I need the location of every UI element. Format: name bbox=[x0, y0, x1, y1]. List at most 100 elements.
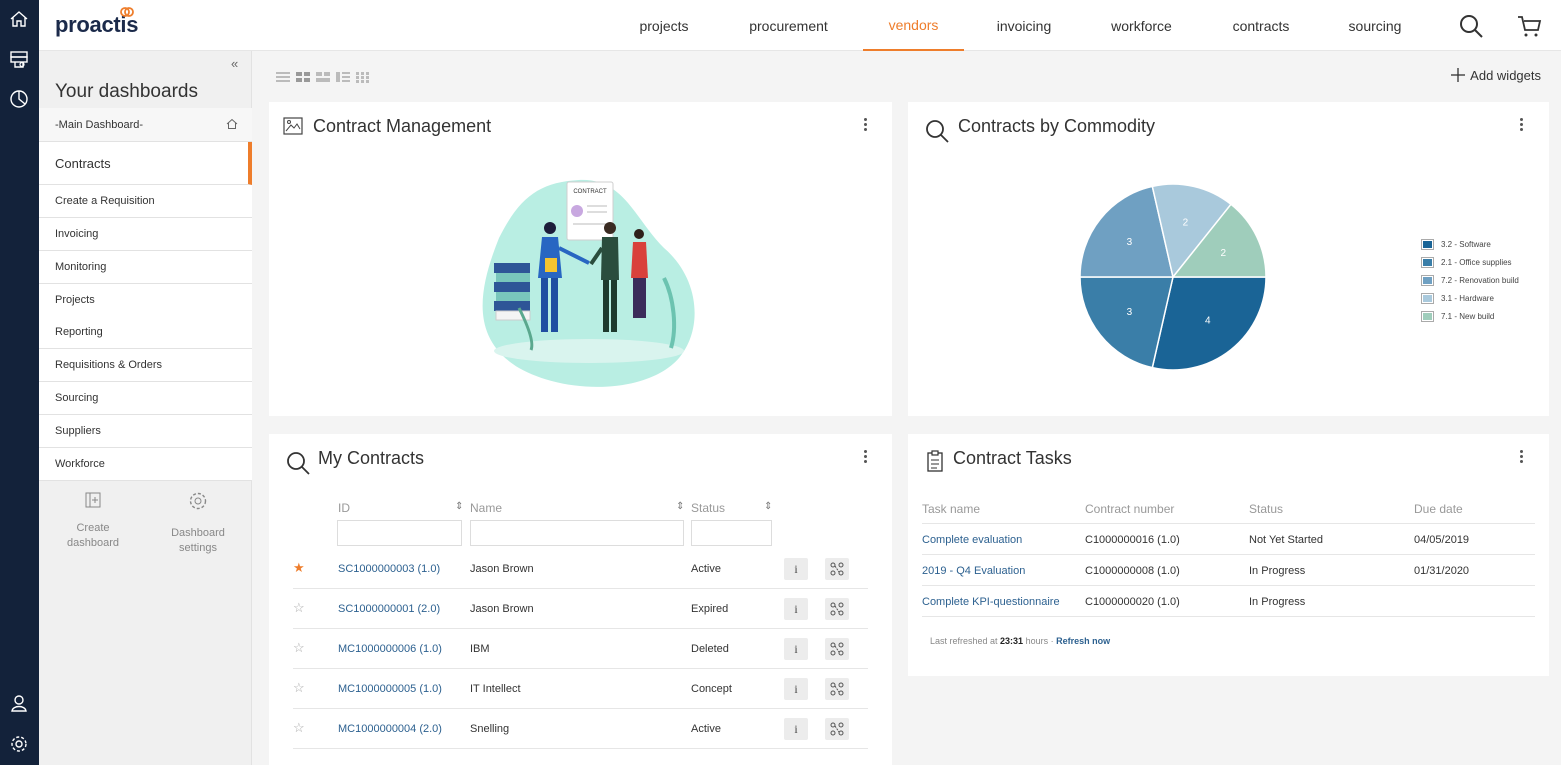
legend-item[interactable]: 7.2 - Renovation build bbox=[1421, 271, 1519, 289]
image-icon bbox=[283, 117, 303, 135]
contract-id-link[interactable]: MC1000000004 (2.0) bbox=[338, 723, 442, 735]
cart-icon[interactable] bbox=[1515, 12, 1543, 40]
column-header-id[interactable]: ID bbox=[338, 501, 350, 515]
workflow-button[interactable] bbox=[825, 678, 849, 700]
contract-id-link[interactable]: SC1000000003 (1.0) bbox=[338, 563, 440, 575]
task-name-link[interactable]: Complete evaluation bbox=[922, 534, 1022, 546]
create-dashboard-button[interactable]: Create dashboard bbox=[63, 491, 123, 551]
dashboard-settings-button[interactable]: Dashboard settings bbox=[164, 491, 232, 556]
legend-item[interactable]: 3.2 - Software bbox=[1421, 235, 1519, 253]
workflow-button[interactable] bbox=[825, 558, 849, 580]
nav-invoicing[interactable]: invoicing bbox=[979, 0, 1069, 51]
info-button[interactable]: i bbox=[784, 678, 808, 700]
legend-label: 7.2 - Renovation build bbox=[1441, 275, 1519, 285]
contract-tasks-widget: Contract Tasks Task name Contract number… bbox=[908, 434, 1549, 676]
legend-swatch bbox=[1421, 310, 1434, 322]
info-button[interactable]: i bbox=[784, 598, 808, 620]
chart-legend: 3.2 - Software 2.1 - Office supplies 7.2 -… bbox=[1421, 235, 1519, 325]
workflow-button[interactable] bbox=[825, 718, 849, 740]
sidebar-item-monitoring[interactable]: Monitoring bbox=[39, 251, 252, 284]
column-header-name[interactable]: Name bbox=[470, 501, 502, 515]
nav-workforce[interactable]: workforce bbox=[1094, 0, 1189, 51]
refresh-now-link[interactable]: Refresh now bbox=[1056, 636, 1110, 646]
info-button[interactable]: i bbox=[784, 718, 808, 740]
info-button[interactable]: i bbox=[784, 558, 808, 580]
task-name-link[interactable]: 2019 - Q4 Evaluation bbox=[922, 565, 1025, 577]
info-button[interactable]: i bbox=[784, 638, 808, 660]
search-icon[interactable] bbox=[1457, 12, 1485, 40]
widget-menu-icon[interactable] bbox=[864, 118, 868, 134]
nav-sourcing[interactable]: sourcing bbox=[1329, 0, 1421, 51]
chart-icon[interactable] bbox=[8, 88, 30, 110]
name-filter-input[interactable] bbox=[470, 520, 684, 546]
contract-status: Expired bbox=[691, 603, 729, 615]
favorite-star-icon[interactable]: ★ bbox=[293, 560, 305, 576]
workflow-button[interactable] bbox=[825, 598, 849, 620]
column-header-status[interactable]: Status bbox=[691, 501, 725, 515]
sidebar-item-invoicing[interactable]: Invoicing bbox=[39, 218, 252, 251]
layout-2col-icon[interactable] bbox=[296, 71, 310, 83]
sidebar-item-projects[interactable]: Projects bbox=[39, 284, 252, 317]
contract-name: IBM bbox=[470, 643, 490, 655]
table-row[interactable]: ☆ MC1000000004 (2.0) Snelling Active i bbox=[293, 709, 868, 749]
settings-icon[interactable] bbox=[8, 733, 30, 755]
contract-number: C1000000016 (1.0) bbox=[1085, 534, 1180, 546]
favorite-star-icon[interactable]: ☆ bbox=[293, 680, 305, 696]
nav-procurement[interactable]: procurement bbox=[732, 0, 845, 51]
contract-document-label: CONTRACT bbox=[573, 189, 607, 195]
favorite-star-icon[interactable]: ☆ bbox=[293, 720, 305, 736]
widget-menu-icon[interactable] bbox=[864, 450, 868, 466]
sort-icon[interactable]: ⇕ bbox=[764, 501, 772, 512]
table-row[interactable]: ☆ SC1000000001 (2.0) Jason Brown Expired i bbox=[293, 589, 868, 629]
home-icon[interactable] bbox=[226, 118, 238, 130]
layout-list-icon[interactable] bbox=[276, 71, 290, 83]
contract-id-link[interactable]: MC1000000006 (1.0) bbox=[338, 643, 442, 655]
home-icon[interactable] bbox=[8, 8, 30, 30]
table-row[interactable]: ★ SC1000000003 (1.0) Jason Brown Active i bbox=[293, 549, 868, 589]
sort-icon[interactable]: ⇕ bbox=[676, 501, 684, 512]
sidebar-item-suppliers[interactable]: Suppliers bbox=[39, 415, 252, 448]
column-header-contract-number: Contract number bbox=[1085, 502, 1175, 516]
table-row: 2019 - Q4 Evaluation C1000000008 (1.0) In … bbox=[922, 555, 1535, 586]
sidebar-item-create-requisition[interactable]: Create a Requisition bbox=[39, 185, 252, 218]
layout-grid-icon[interactable] bbox=[356, 71, 370, 83]
nav-projects[interactable]: projects bbox=[624, 0, 704, 51]
sort-icon[interactable]: ⇕ bbox=[455, 501, 463, 512]
contract-illustration: CONTRACT bbox=[482, 179, 695, 387]
favorite-star-icon[interactable]: ☆ bbox=[293, 600, 305, 616]
table-row: Complete KPI-questionnaire C1000000020 (1… bbox=[922, 586, 1535, 617]
column-header-task-name: Task name bbox=[922, 502, 981, 516]
id-filter-input[interactable] bbox=[337, 520, 462, 546]
pie-slice-label: 3 bbox=[1127, 307, 1133, 318]
workflow-button[interactable] bbox=[825, 638, 849, 660]
inbox-icon[interactable] bbox=[8, 48, 30, 70]
sidebar-item-contracts[interactable]: Contracts bbox=[39, 142, 252, 185]
sidebar-item-reporting[interactable]: Reporting bbox=[39, 316, 252, 349]
table-row[interactable]: ☆ MC1000000006 (1.0) IBM Deleted i bbox=[293, 629, 868, 669]
contract-id-link[interactable]: SC1000000001 (2.0) bbox=[338, 603, 440, 615]
legend-item[interactable]: 3.1 - Hardware bbox=[1421, 289, 1519, 307]
pie-slice-label: 4 bbox=[1205, 316, 1211, 327]
user-icon[interactable] bbox=[8, 692, 30, 714]
layout-mixed-icon[interactable] bbox=[316, 71, 330, 83]
refresh-suffix: hours · bbox=[1023, 636, 1057, 646]
main-dashboard-item[interactable]: -Main Dashboard- bbox=[39, 108, 252, 142]
widget-menu-icon[interactable] bbox=[1520, 118, 1524, 134]
legend-item[interactable]: 2.1 - Office supplies bbox=[1421, 253, 1519, 271]
nav-contracts[interactable]: contracts bbox=[1214, 0, 1308, 51]
collapse-sidebar-button[interactable]: « bbox=[231, 56, 238, 71]
layout-sidebar-icon[interactable] bbox=[336, 71, 350, 83]
add-widgets-button[interactable]: Add widgets bbox=[1450, 67, 1541, 83]
sidebar-item-requisitions-orders[interactable]: Requisitions & Orders bbox=[39, 349, 252, 382]
nav-vendors[interactable]: vendors bbox=[863, 0, 964, 51]
brand-logo[interactable]: proactis bbox=[55, 7, 138, 38]
task-name-link[interactable]: Complete KPI-questionnaire bbox=[922, 596, 1060, 608]
favorite-star-icon[interactable]: ☆ bbox=[293, 640, 305, 656]
widget-menu-icon[interactable] bbox=[1520, 450, 1524, 466]
sidebar-item-sourcing[interactable]: Sourcing bbox=[39, 382, 252, 415]
table-row[interactable]: ☆ MC1000000005 (1.0) IT Intellect Concept i bbox=[293, 669, 868, 709]
sidebar-item-workforce[interactable]: Workforce bbox=[39, 448, 252, 481]
status-filter-input[interactable] bbox=[691, 520, 772, 546]
contract-id-link[interactable]: MC1000000005 (1.0) bbox=[338, 683, 442, 695]
legend-item[interactable]: 7.1 - New build bbox=[1421, 307, 1519, 325]
